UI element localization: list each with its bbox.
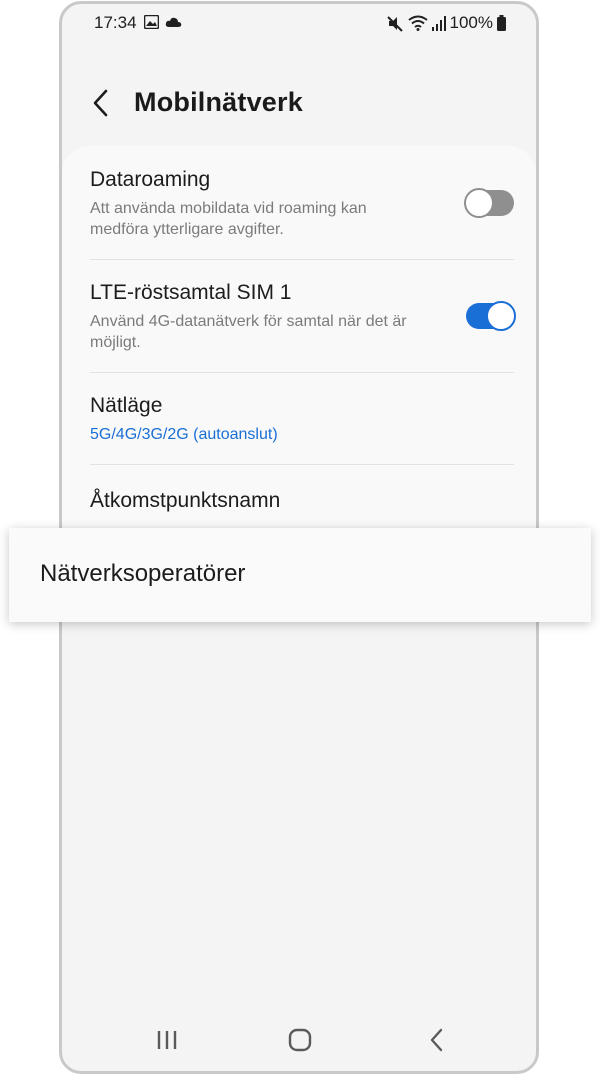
toggle-knob bbox=[464, 188, 494, 218]
divider bbox=[90, 259, 514, 260]
setting-title: Åtkomstpunktsnamn bbox=[90, 489, 281, 512]
toggle-knob bbox=[486, 301, 516, 331]
setting-title: Nätläge bbox=[90, 394, 163, 417]
lte-voice-toggle[interactable] bbox=[466, 301, 516, 331]
chevron-left-icon[interactable] bbox=[86, 88, 116, 118]
status-bar: 17:34 100% bbox=[62, 4, 536, 44]
header: Mobilnätverk bbox=[62, 64, 536, 144]
status-right: 100% bbox=[386, 13, 506, 33]
data-roaming-toggle[interactable] bbox=[464, 188, 514, 218]
recents-icon[interactable] bbox=[150, 1025, 184, 1055]
setting-title: Dataroaming bbox=[90, 168, 211, 191]
divider bbox=[90, 372, 514, 373]
setting-subtitle: Att använda mobildata vid roaming kan me… bbox=[90, 200, 367, 238]
settings-card: Dataroaming Att använda mobildata vid ro… bbox=[62, 146, 536, 566]
image-icon bbox=[144, 15, 159, 29]
mute-icon bbox=[386, 15, 403, 32]
status-time: 17:34 bbox=[94, 13, 137, 32]
setting-row-network-mode[interactable]: Nätläge 5G/4G/3G/2G (autoanslut) bbox=[90, 394, 514, 445]
setting-row-lte-voice[interactable]: LTE-röstsamtal SIM 1 Använd 4G-datanätve… bbox=[90, 281, 516, 353]
setting-row-apn[interactable]: Åtkomstpunktsnamn bbox=[90, 489, 514, 513]
page-title: Mobilnätverk bbox=[134, 87, 303, 117]
divider bbox=[90, 464, 514, 465]
setting-row-data-roaming[interactable]: Dataroaming Att använda mobildata vid ro… bbox=[90, 168, 514, 240]
setting-subtitle: Använd 4G-datanätverk för samtal när det… bbox=[90, 313, 407, 351]
status-left-icons bbox=[144, 15, 182, 29]
home-icon[interactable] bbox=[283, 1025, 317, 1055]
setting-value: 5G/4G/3G/2G (autoanslut) bbox=[90, 426, 278, 443]
setting-title: LTE-röstsamtal SIM 1 bbox=[90, 281, 292, 304]
navigation-bar bbox=[62, 1011, 536, 1071]
battery-percent: 100% bbox=[449, 13, 493, 32]
battery-icon bbox=[497, 15, 506, 31]
back-nav-icon[interactable] bbox=[420, 1025, 454, 1055]
network-operators-item[interactable]: Nätverksoperatörer bbox=[9, 528, 591, 622]
cloud-icon bbox=[165, 17, 182, 27]
network-operators-label: Nätverksoperatörer bbox=[40, 560, 246, 587]
wifi-icon bbox=[407, 15, 428, 31]
signal-icon bbox=[431, 15, 446, 31]
